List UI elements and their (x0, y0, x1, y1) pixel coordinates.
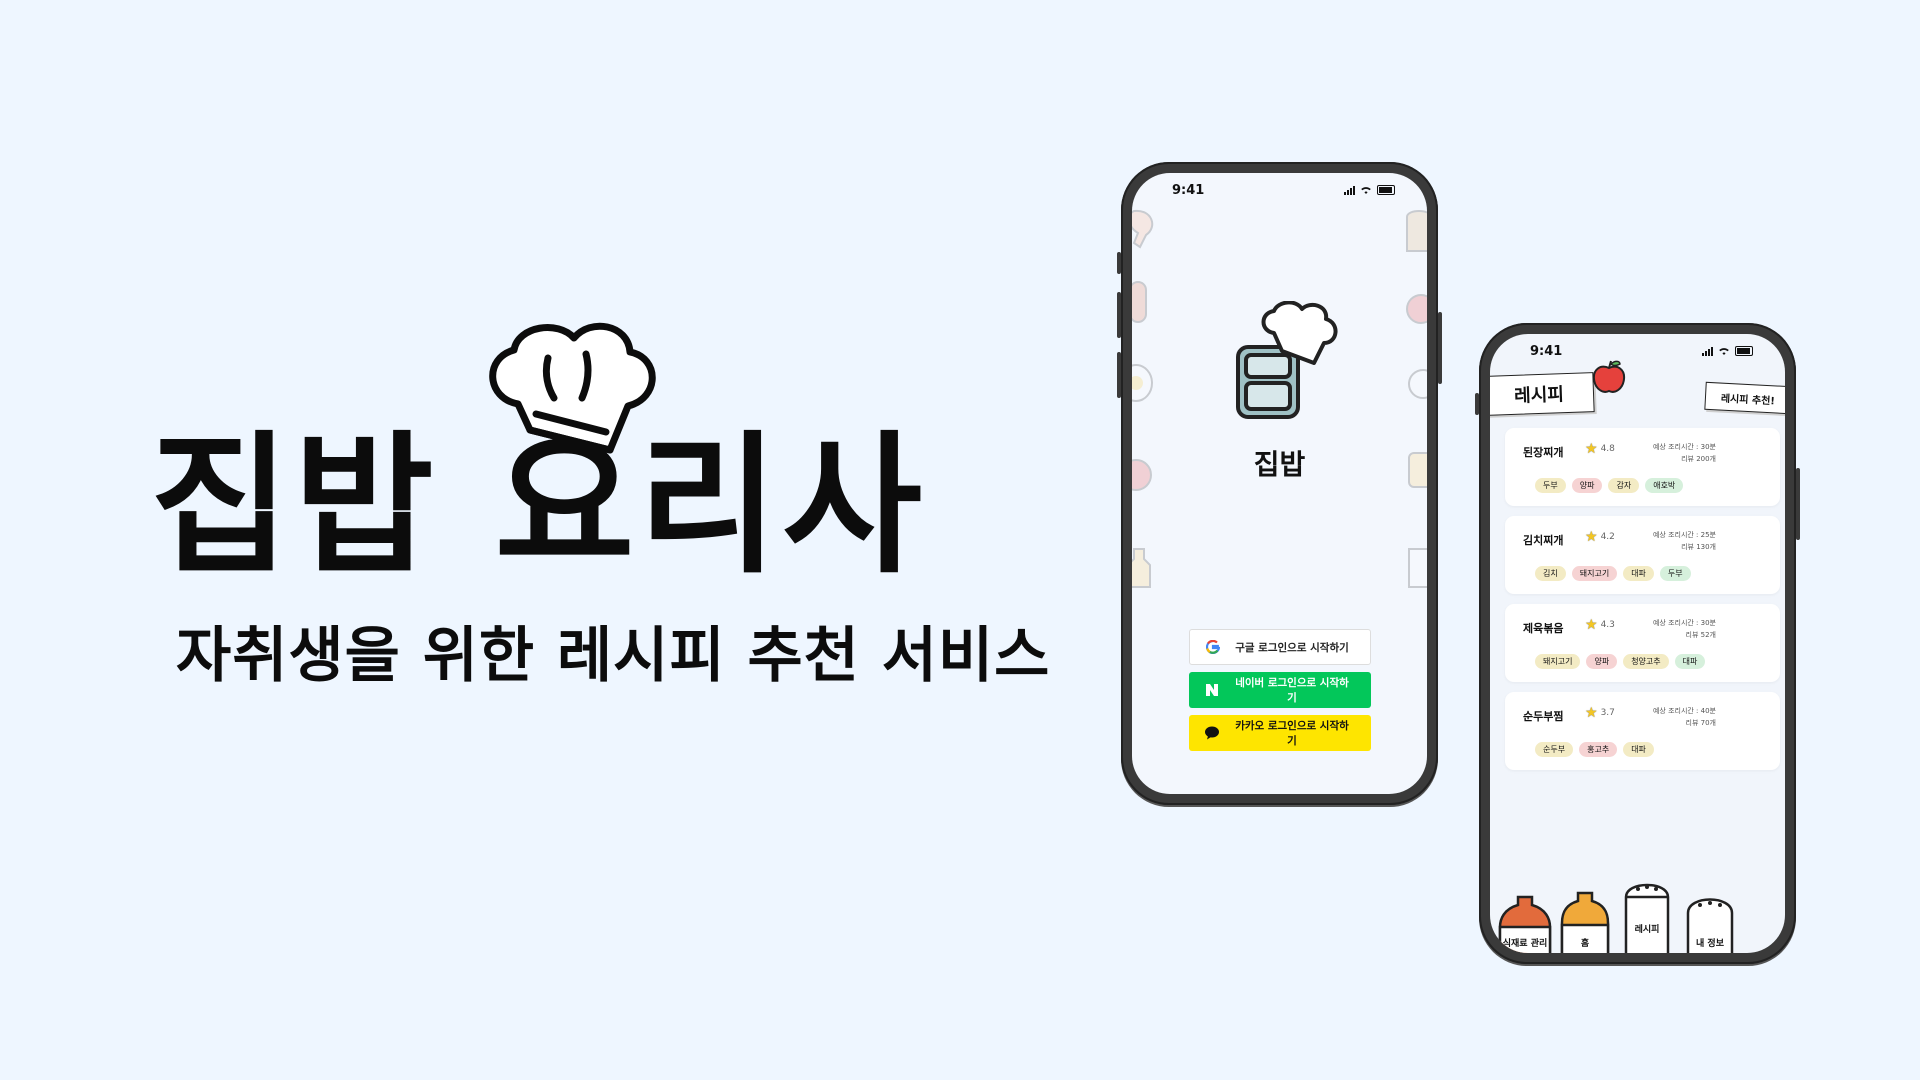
recipe-review-count: 리뷰 200개 (1681, 455, 1716, 463)
nav-my-info-button[interactable]: 내 정보 (1682, 891, 1738, 953)
naver-icon (1203, 681, 1221, 699)
google-icon (1204, 638, 1222, 656)
hero-title: 집밥 요리사 (150, 417, 927, 594)
ingredient-tag: 돼지고기 (1571, 566, 1618, 581)
ingredient-tag: 홍고추 (1579, 742, 1618, 757)
status-time: 9:41 (1172, 182, 1205, 198)
cup-doodle-icon (1408, 548, 1427, 588)
status-time: 9:41 (1530, 343, 1563, 359)
cookie-doodle-icon (1408, 369, 1427, 399)
recipe-cook-time: 예상 조리시간 : 25분 (1652, 531, 1716, 539)
recipe-card[interactable]: 된장찌개 ★ 4.8 예상 조리시간 : 30분 리뷰 200개 두부 양파 감자… (1505, 428, 1780, 506)
wifi-icon (1719, 348, 1729, 355)
apple-icon (1592, 360, 1626, 393)
ingredient-tag: 애호박 (1645, 478, 1684, 493)
nav-recipe-button[interactable]: 레시피 (1618, 877, 1676, 953)
nav-home-label: 홈 (1580, 939, 1590, 949)
recipe-header: 레시피 (1490, 372, 1595, 416)
nav-home-button[interactable]: 홈 (1558, 889, 1612, 953)
app-name: 집밥 (1253, 448, 1306, 481)
status-bar: 9:41 (1132, 173, 1427, 207)
login-screen: 9:41 집밥 구글 로그인으로 시작하기 네이버 로그인으로 시작하기 카카오… (1132, 173, 1427, 794)
signal-icon (1702, 346, 1713, 356)
ingredient-tag: 대파 (1623, 742, 1654, 757)
ingredient-tag: 양파 (1571, 478, 1603, 493)
nav-ingredients-label: 식재료 관리 (1502, 939, 1548, 949)
recipe-phone-mockup: 9:41 레시피 레시피 추천! 된장찌개 ★ 4.8 예상 조리시간 : 30분… (1475, 323, 1800, 964)
wifi-icon (1361, 187, 1371, 194)
recipe-screen: 9:41 레시피 레시피 추천! 된장찌개 ★ 4.8 예상 조리시간 : 30분… (1490, 334, 1785, 953)
star-icon: ★ (1585, 705, 1598, 721)
bread-doodle-icon (1406, 210, 1427, 252)
ingredient-tag: 김치 (1535, 566, 1566, 581)
apple-doodle-icon (1406, 294, 1427, 324)
recipe-review-count: 리뷰 130개 (1681, 543, 1716, 551)
egg-doodle-icon (1132, 364, 1153, 402)
recipe-rating: 4.3 (1600, 620, 1615, 630)
star-icon: ★ (1585, 529, 1598, 545)
ingredient-tag: 두부 (1535, 478, 1566, 493)
ingredient-tag: 감자 (1608, 478, 1640, 493)
recipe-card[interactable]: 김치찌개 ★ 4.2 예상 조리시간 : 25분 리뷰 130개 김치 돼지고기 … (1505, 516, 1780, 594)
nav-ingredients-button[interactable]: 식재료 관리 (1496, 893, 1554, 953)
app-logo-icon (1236, 301, 1338, 419)
star-icon: ★ (1585, 441, 1598, 457)
ingredient-tag: 순두부 (1535, 742, 1574, 757)
recipe-rating: 4.2 (1600, 532, 1615, 542)
recipe-rating: 3.7 (1600, 708, 1615, 718)
star-icon: ★ (1585, 617, 1598, 633)
recipe-review-count: 리뷰 52개 (1685, 631, 1716, 639)
naver-login-label: 네이버 로그인으로 시작하기 (1235, 677, 1349, 704)
recipe-cook-time: 예상 조리시간 : 30분 (1652, 619, 1716, 627)
ingredient-tag: 대파 (1674, 654, 1706, 669)
recipe-name: 된장찌개 (1523, 446, 1564, 459)
kakao-icon (1203, 724, 1221, 742)
naver-login-button[interactable]: 네이버 로그인으로 시작하기 (1189, 672, 1371, 708)
login-phone-mockup: 9:41 집밥 구글 로그인으로 시작하기 네이버 로그인으로 시작하기 카카오… (1117, 162, 1442, 805)
google-login-button[interactable]: 구글 로그인으로 시작하기 (1189, 629, 1371, 665)
recipe-cook-time: 예상 조리시간 : 30분 (1652, 443, 1716, 451)
recipe-name: 순두부찜 (1523, 710, 1564, 723)
kakao-login-label: 카카오 로그인으로 시작하기 (1235, 720, 1349, 747)
battery-icon (1735, 346, 1753, 356)
recipe-card[interactable]: 순두부찜 ★ 3.7 예상 조리시간 : 40분 리뷰 70개 순두부 홍고추 대… (1505, 692, 1780, 770)
ingredient-tag: 양파 (1586, 654, 1618, 669)
bottom-nav: 식재료 관리 홈 레시피 내 정보 (1490, 863, 1785, 953)
signal-icon (1344, 185, 1355, 195)
nav-my-info-label: 내 정보 (1696, 939, 1724, 949)
status-bar: 9:41 (1490, 334, 1785, 368)
bottle-doodle-icon (1132, 548, 1151, 588)
kakao-login-button[interactable]: 카카오 로그인으로 시작하기 (1189, 715, 1371, 751)
ingredient-tag: 대파 (1623, 566, 1654, 581)
hero-subtitle: 자취생을 위한 레시피 추천 서비스 (176, 621, 1051, 691)
ingredient-tag: 돼지고기 (1535, 654, 1581, 669)
recipe-card[interactable]: 제육볶음 ★ 4.3 예상 조리시간 : 30분 리뷰 52개 돼지고기 양파 청… (1505, 604, 1780, 682)
recipe-rating: 4.8 (1600, 444, 1615, 454)
sausage-doodle-icon (1132, 281, 1147, 323)
drumstick-doodle-icon (1132, 209, 1154, 249)
recipe-recommend-button[interactable]: 레시피 추천! (1704, 381, 1785, 415)
google-login-label: 구글 로그인으로 시작하기 (1235, 641, 1349, 654)
recipe-review-count: 리뷰 70개 (1685, 719, 1716, 727)
recipe-name: 제육볶음 (1523, 622, 1564, 635)
nav-recipe-label: 레시피 (1634, 925, 1660, 935)
ingredient-tag: 청양고추 (1623, 654, 1669, 669)
recipe-shaker-icon (1624, 883, 1670, 953)
recipe-name: 김치찌개 (1523, 534, 1564, 547)
battery-icon (1377, 185, 1395, 195)
recipe-cook-time: 예상 조리시간 : 40분 (1652, 707, 1716, 715)
ingredient-tag: 두부 (1659, 566, 1691, 581)
